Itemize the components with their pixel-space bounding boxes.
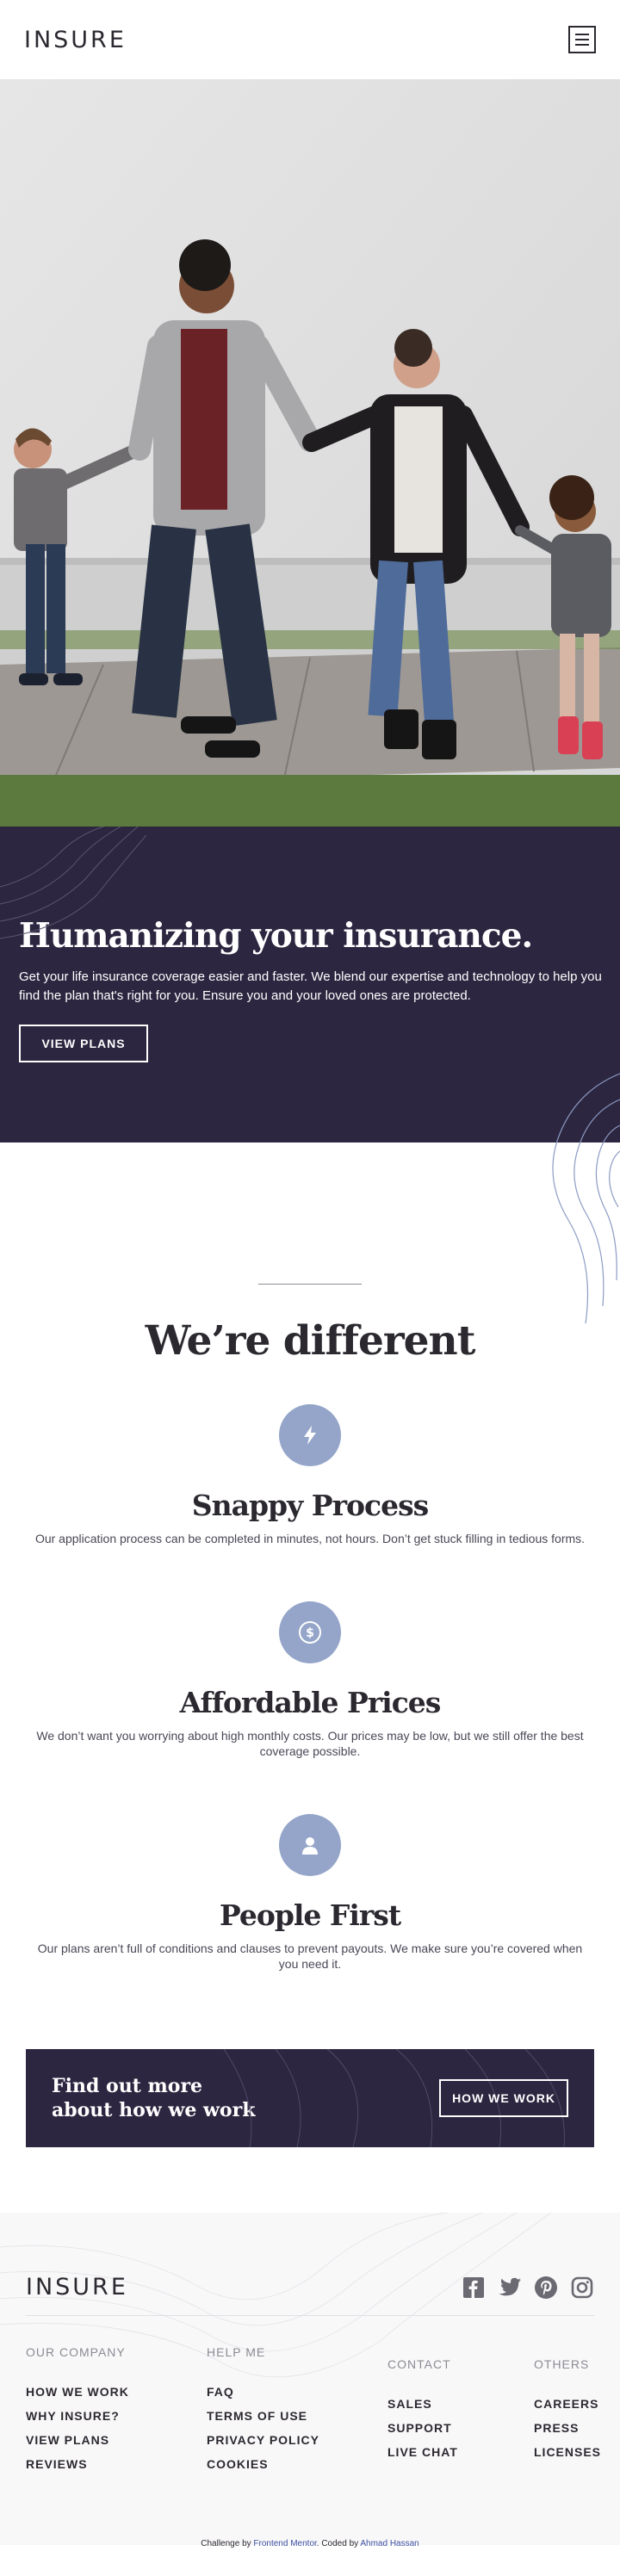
footer-link[interactable]: PRIVACY POLICY	[207, 2433, 388, 2447]
pattern-decoration	[0, 827, 146, 939]
feature-card: People First Our plans aren’t full of co…	[0, 1814, 620, 1972]
footer-link[interactable]: SUPPORT	[388, 2421, 534, 2435]
logo[interactable]: INSURE	[24, 27, 127, 53]
footer-link[interactable]: LIVE CHAT	[388, 2445, 534, 2459]
footer-link[interactable]: FAQ	[207, 2385, 388, 2399]
footer-columns: OUR COMPANY HOW WE WORK WHY INSURE? VIEW…	[26, 2345, 600, 2481]
hero-image	[0, 79, 620, 827]
author-link[interactable]: Ahmad Hassan	[360, 2539, 418, 2548]
frontend-mentor-link[interactable]: Frontend Mentor	[253, 2539, 316, 2548]
facebook-icon[interactable]	[462, 2276, 486, 2300]
footer-top: INSURE	[26, 2213, 594, 2316]
footer-heading: HELP ME	[207, 2345, 266, 2359]
how-we-work-button[interactable]: HOW WE WORK	[439, 2079, 568, 2117]
footer-logo[interactable]: INSURE	[26, 2274, 128, 2300]
twitter-icon[interactable]	[498, 2276, 522, 2300]
divider	[258, 1284, 362, 1285]
dollar-icon: $	[279, 1601, 341, 1663]
svg-text:$: $	[306, 1626, 314, 1640]
footer-link[interactable]: VIEW PLANS	[26, 2433, 207, 2447]
attribution: Challenge by Frontend Mentor. Coded by A…	[201, 2539, 419, 2548]
cta-banner: Find out more about how we work HOW WE W…	[26, 2049, 594, 2147]
footer-column-company: OUR COMPANY HOW WE WORK WHY INSURE? VIEW…	[26, 2345, 207, 2481]
feature-title: Affordable Prices	[179, 1686, 442, 1719]
feature-title: People First	[219, 1898, 401, 1932]
footer-link[interactable]: CAREERS	[534, 2397, 598, 2411]
footer-heading: CONTACT	[388, 2357, 451, 2371]
footer-link[interactable]: LICENSES	[534, 2445, 600, 2459]
footer-heading: OUR COMPANY	[26, 2345, 126, 2359]
site-footer: INSURE OUR COMPANY HOW WE WORK WHY INSUR…	[0, 2213, 620, 2545]
footer-link[interactable]: WHY INSURE?	[26, 2409, 207, 2423]
feature-title: Snappy Process	[191, 1489, 429, 1522]
features-section: We’re different Snappy Process Our appli…	[0, 1073, 620, 2049]
footer-heading: OTHERS	[534, 2357, 590, 2371]
hero-subtitle: Get your life insurance coverage easier …	[19, 969, 602, 1003]
footer-column-help: HELP ME FAQ TERMS OF USE PRIVACY POLICY …	[207, 2345, 388, 2481]
instagram-icon[interactable]	[570, 2276, 594, 2300]
feature-card: $ Affordable Prices We don’t want you wo…	[0, 1601, 620, 1759]
footer-link[interactable]: SALES	[388, 2397, 534, 2411]
person-icon	[279, 1814, 341, 1876]
feature-desc: Our application process can be completed…	[34, 1532, 586, 1545]
lightning-icon	[279, 1404, 341, 1466]
feature-card: Snappy Process Our application process c…	[0, 1404, 620, 1546]
footer-column-contact: CONTACT SALES SUPPORT LIVE CHAT	[388, 2357, 534, 2481]
site-header: INSURE	[0, 0, 620, 79]
pinterest-icon[interactable]	[534, 2276, 558, 2300]
view-plans-button[interactable]: VIEW PLANS	[19, 1025, 148, 1062]
footer-link[interactable]: PRESS	[534, 2421, 594, 2435]
footer-link[interactable]: HOW WE WORK	[26, 2385, 207, 2399]
footer-link[interactable]: TERMS OF USE	[207, 2409, 388, 2423]
pattern-decoration	[552, 1073, 620, 1324]
footer-column-others: OTHERS CAREERS PRESS LICENSES	[534, 2357, 600, 2481]
feature-desc: Our plans aren’t full of conditions and …	[37, 1941, 583, 1971]
footer-link[interactable]: COOKIES	[207, 2457, 388, 2471]
footer-link[interactable]: REVIEWS	[26, 2457, 207, 2471]
hamburger-icon[interactable]	[568, 26, 596, 53]
social-links	[462, 2276, 594, 2300]
feature-desc: We don’t want you worrying about high mo…	[36, 1729, 584, 1758]
